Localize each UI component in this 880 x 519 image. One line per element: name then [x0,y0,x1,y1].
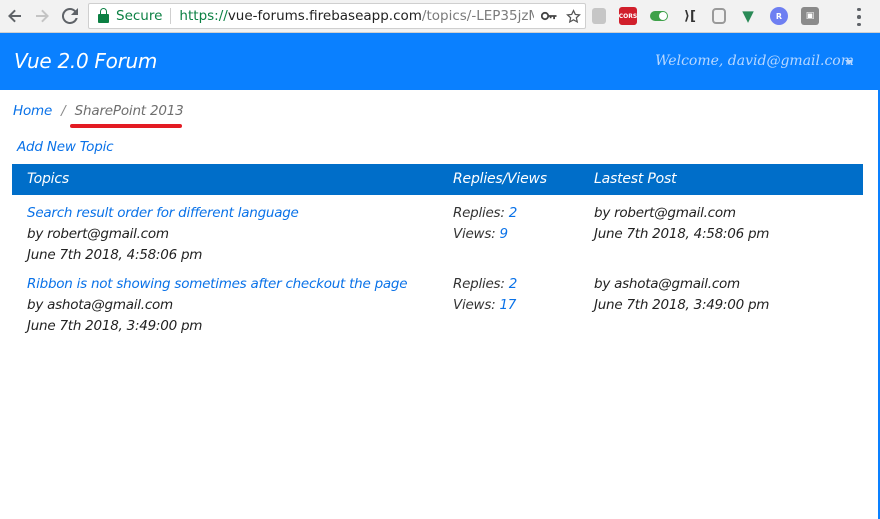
header-latest-post: Lastest Post [594,171,677,187]
caret-down-icon[interactable] [845,60,853,65]
topic-author: by ashota@gmail.com [27,297,173,313]
latest-post-cell: by robert@gmail.com June 7th 2018, 4:58:… [594,203,769,245]
replies-label: Replies: [453,276,505,292]
back-arrow-icon [8,9,21,23]
stats-cell: Replies: 2 Views: 9 [453,203,517,245]
bookmark-star-icon[interactable] [564,6,582,26]
views-count-link[interactable]: 17 [499,297,516,313]
header-replies-views: Replies/Views [453,171,547,187]
topic-author: by robert@gmail.com [27,226,169,242]
reload-button[interactable] [57,3,83,29]
stats-cell: Replies: 2 Views: 17 [453,274,517,316]
back-button[interactable] [2,3,28,29]
views-stat: Views: 17 [453,295,517,316]
views-stat: Views: 9 [453,224,517,245]
topic-cell: Search result order for different langua… [27,203,299,266]
extensions-bar: CORS ⟩[ ▼ R ▣ [592,4,832,28]
url-scheme: https:// [179,8,228,24]
add-new-topic-link[interactable]: Add New Topic [17,139,114,155]
url-text[interactable]: https://vue-forums.firebaseapp.com/topic… [179,8,534,24]
breadcrumb-separator: / [61,103,66,119]
replies-stat: Replies: 2 [453,203,517,224]
topic-title-link[interactable]: Search result order for different langua… [27,203,299,224]
url-path: /topics/-LEP35jzM4... [421,8,535,24]
user-menu-toggle[interactable]: Welcome, david@gmail.com [655,53,854,69]
browser-menu-icon[interactable] [854,6,864,28]
topic-cell: Ribbon is not showing sometimes after ch… [27,274,408,337]
replies-stat: Replies: 2 [453,274,517,295]
extension-r-icon[interactable]: R [770,7,788,25]
topic-date: June 7th 2018, 4:58:06 pm [27,247,203,263]
lock-icon [98,7,109,23]
replies-count-link[interactable]: 2 [509,276,518,292]
annotation-underline [70,124,182,128]
address-separator [170,8,172,24]
app-navbar: Vue 2.0 Forum Welcome, david@gmail.com [0,33,880,90]
replies-label: Replies: [453,205,505,221]
views-label: Views: [453,297,496,313]
extension-square-icon[interactable]: ▣ [801,7,819,25]
latest-date: June 7th 2018, 4:58:06 pm [594,226,770,242]
views-label: Views: [453,226,496,242]
forward-arrow-icon [36,9,49,23]
extension-cors-icon[interactable]: CORS [619,7,637,25]
topics-table-header: Topics Replies/Views Lastest Post [12,164,863,195]
extension-bracket-icon[interactable]: ⟩[ [681,7,699,25]
topic-date: June 7th 2018, 3:49:00 pm [27,318,203,334]
latest-post-cell: by ashota@gmail.com June 7th 2018, 3:49:… [594,274,769,316]
url-host: vue-forums.firebaseapp.com [227,8,422,24]
secure-label: Secure [116,8,163,24]
replies-count-link[interactable]: 2 [509,205,518,221]
topic-title-link[interactable]: Ribbon is not showing sometimes after ch… [27,274,408,295]
extension-vue-devtools-icon[interactable]: ▼ [739,7,757,25]
extension-shield-icon[interactable] [712,8,726,24]
breadcrumb: Home / SharePoint 2013 [13,103,184,119]
extension-toggle-icon[interactable] [650,11,668,21]
table-row: Ribbon is not showing sometimes after ch… [12,274,863,344]
brand-title[interactable]: Vue 2.0 Forum [14,49,157,73]
breadcrumb-home-link[interactable]: Home [13,103,52,119]
latest-date: June 7th 2018, 3:49:00 pm [594,297,770,313]
breadcrumb-current: SharePoint 2013 [74,103,184,119]
reload-icon [62,8,78,24]
header-topics: Topics [27,171,69,187]
table-row: Search result order for different langua… [12,203,863,273]
latest-author: by robert@gmail.com [594,205,736,221]
address-bar[interactable]: Secure https://vue-forums.firebaseapp.co… [88,3,586,29]
browser-toolbar: Secure https://vue-forums.firebaseapp.co… [0,0,880,33]
forward-button[interactable] [29,3,55,29]
key-icon[interactable] [540,6,558,26]
latest-author: by ashota@gmail.com [594,276,740,292]
views-count-link[interactable]: 9 [499,226,508,242]
extension-save-icon[interactable] [592,8,606,24]
